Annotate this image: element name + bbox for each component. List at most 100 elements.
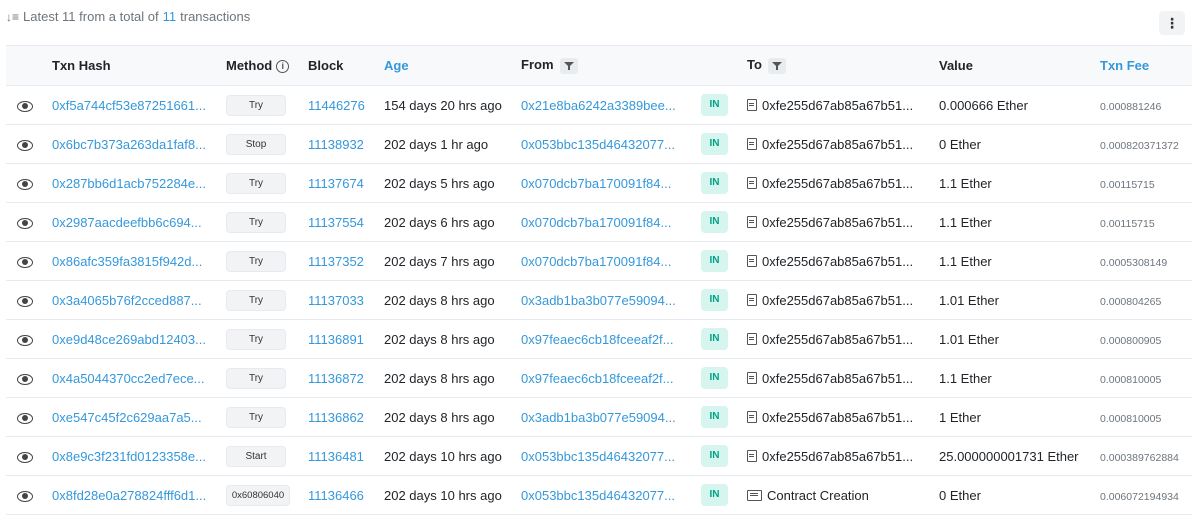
block-link[interactable]: 11137674 xyxy=(308,176,364,191)
method-badge: Try xyxy=(226,172,286,194)
from-address-link[interactable]: 0x070dcb7ba170091f84... xyxy=(521,215,671,230)
txn-hash-link[interactable]: 0xe547c45f2c629aa7a5... xyxy=(52,410,202,425)
txn-hash-link[interactable]: 0x8e9c3f231fd0123358e... xyxy=(52,449,206,464)
summary-prefix: Latest 11 from a total of xyxy=(23,9,159,24)
block-link[interactable]: 11137352 xyxy=(308,254,364,269)
value-cell: 0.000666 Ether xyxy=(939,97,1028,113)
eye-icon[interactable] xyxy=(17,178,33,190)
eye-icon[interactable] xyxy=(17,217,33,229)
txn-hash-link[interactable]: 0x6bc7b373a263da1faf8... xyxy=(52,137,206,152)
from-address-link[interactable]: 0x97feaec6cb18fceeaf2f... xyxy=(521,332,674,347)
table-row: 0x2987aacdeefbb6c694... Try 11137554 202 da… xyxy=(6,203,1192,242)
contract-icon xyxy=(747,254,757,267)
block-cell: 11138932 xyxy=(308,125,384,164)
preview-cell xyxy=(6,437,44,476)
block-link[interactable]: 11446276 xyxy=(308,98,365,113)
contract-icon xyxy=(747,410,757,423)
txn-fee-cell: 0.000810005 xyxy=(1100,398,1192,437)
txn-fee-value: 0.000389762884 xyxy=(1100,451,1179,464)
block-link[interactable]: 11136466 xyxy=(308,488,364,503)
method-cell: Try xyxy=(226,203,308,242)
txn-hash-cell: 0x86afc359fa3815f942d... xyxy=(44,242,226,281)
block-link[interactable]: 11137033 xyxy=(308,293,364,308)
block-cell: 11446276 xyxy=(308,86,384,125)
from-address-link[interactable]: 0x21e8ba6242a3389bee... xyxy=(521,98,676,113)
table-row: 0x8fd28e0a278824fff6d1... 0x60806040 11136… xyxy=(6,476,1192,515)
from-address-link[interactable]: 0x3adb1ba3b077e59094... xyxy=(521,293,676,308)
to-address[interactable]: 0xfe255d67ab85a67b51... xyxy=(762,410,913,425)
to-address[interactable]: 0xfe255d67ab85a67b51... xyxy=(762,137,913,152)
txn-hash-link[interactable]: 0x2987aacdeefbb6c694... xyxy=(52,215,202,230)
from-cell: 0x053bbc135d46432077... xyxy=(521,476,701,515)
from-address-link[interactable]: 0x053bbc135d46432077... xyxy=(521,449,675,464)
eye-icon[interactable] xyxy=(17,412,33,424)
txn-hash-cell: 0x287bb6d1acb752284e... xyxy=(44,164,226,203)
to-address[interactable]: 0xfe255d67ab85a67b51... xyxy=(762,215,913,230)
value-cell: 0 Ether xyxy=(939,136,981,152)
from-address-link[interactable]: 0x97feaec6cb18fceeaf2f... xyxy=(521,371,674,386)
eye-icon[interactable] xyxy=(17,139,33,151)
txn-hash-link[interactable]: 0x3a4065b76f2cced887... xyxy=(52,293,202,308)
txn-fee-value: 0.006072194934 xyxy=(1100,490,1179,503)
method-badge: Try xyxy=(226,211,286,233)
txn-hash-link[interactable]: 0x8fd28e0a278824fff6d1... xyxy=(52,488,206,503)
info-icon[interactable]: i xyxy=(276,60,290,73)
txn-hash-link[interactable]: 0x4a5044370cc2ed7ece... xyxy=(52,371,205,386)
contract-icon xyxy=(747,371,757,384)
txn-fee-cell: 0.00115715 xyxy=(1100,203,1192,242)
more-options-button[interactable]: ⋮ xyxy=(1159,11,1185,35)
to-address[interactable]: 0xfe255d67ab85a67b51... xyxy=(762,332,913,347)
eye-icon[interactable] xyxy=(17,100,33,112)
block-cell: 11137674 xyxy=(308,164,384,203)
to-address[interactable]: 0xfe255d67ab85a67b51... xyxy=(762,293,913,308)
header-age-toggle[interactable]: Age xyxy=(384,45,521,86)
from-address-link[interactable]: 0x053bbc135d46432077... xyxy=(521,488,675,503)
from-address-link[interactable]: 0x070dcb7ba170091f84... xyxy=(521,176,671,191)
block-link[interactable]: 11136481 xyxy=(308,449,364,464)
txn-fee-cell: 0.000804265 xyxy=(1100,281,1192,320)
direction-cell: IN xyxy=(701,164,747,203)
table-row: 0x86afc359fa3815f942d... Try 11137352 202 d… xyxy=(6,242,1192,281)
header-value: Value xyxy=(939,45,1100,86)
method-badge: Try xyxy=(226,367,286,389)
age-cell: 202 days 8 hrs ago xyxy=(384,370,495,386)
to-address[interactable]: 0xfe255d67ab85a67b51... xyxy=(762,98,913,113)
summary-count-link[interactable]: 11 xyxy=(163,9,177,24)
eye-icon[interactable] xyxy=(17,373,33,385)
txn-fee-value: 0.000820371372 xyxy=(1100,139,1179,152)
txn-hash-link[interactable]: 0xf5a744cf53e87251661... xyxy=(52,98,206,113)
eye-icon[interactable] xyxy=(17,334,33,346)
sort-descending-icon: ↓≡ xyxy=(6,9,20,24)
block-link[interactable]: 11136891 xyxy=(308,332,364,347)
to-address[interactable]: 0xfe255d67ab85a67b51... xyxy=(762,176,913,191)
eye-icon[interactable] xyxy=(17,256,33,268)
txn-hash-link[interactable]: 0xe9d48ce269abd12403... xyxy=(52,332,206,347)
to-address[interactable]: 0xfe255d67ab85a67b51... xyxy=(762,254,913,269)
filter-icon[interactable] xyxy=(559,57,578,74)
from-address-link[interactable]: 0x3adb1ba3b077e59094... xyxy=(521,410,676,425)
block-link[interactable]: 11136862 xyxy=(308,410,364,425)
header-txn-fee-toggle[interactable]: Txn Fee xyxy=(1100,45,1192,86)
eye-icon[interactable] xyxy=(17,490,33,502)
to-address[interactable]: 0xfe255d67ab85a67b51... xyxy=(762,449,913,464)
txn-hash-link[interactable]: 0x86afc359fa3815f942d... xyxy=(52,254,202,269)
value-cell: 0 Ether xyxy=(939,487,981,503)
from-address-link[interactable]: 0x053bbc135d46432077... xyxy=(521,137,675,152)
eye-icon[interactable] xyxy=(17,295,33,307)
direction-cell: IN xyxy=(701,359,747,398)
from-address-link[interactable]: 0x070dcb7ba170091f84... xyxy=(521,254,671,269)
txn-hash-link[interactable]: 0x287bb6d1acb752284e... xyxy=(52,176,206,191)
txn-fee-cell: 0.000881246 xyxy=(1100,86,1192,125)
block-link[interactable]: 11136872 xyxy=(308,371,364,386)
header-method: Method i xyxy=(226,45,308,86)
block-link[interactable]: 11137554 xyxy=(308,215,364,230)
method-cell: Stop xyxy=(226,125,308,164)
block-link[interactable]: 11138932 xyxy=(308,137,364,152)
direction-cell: IN xyxy=(701,281,747,320)
filter-icon[interactable] xyxy=(767,57,786,74)
method-cell: Start xyxy=(226,437,308,476)
header-preview xyxy=(6,45,44,86)
eye-icon[interactable] xyxy=(17,451,33,463)
to-address[interactable]: 0xfe255d67ab85a67b51... xyxy=(762,371,913,386)
age-cell: 202 days 7 hrs ago xyxy=(384,253,495,269)
